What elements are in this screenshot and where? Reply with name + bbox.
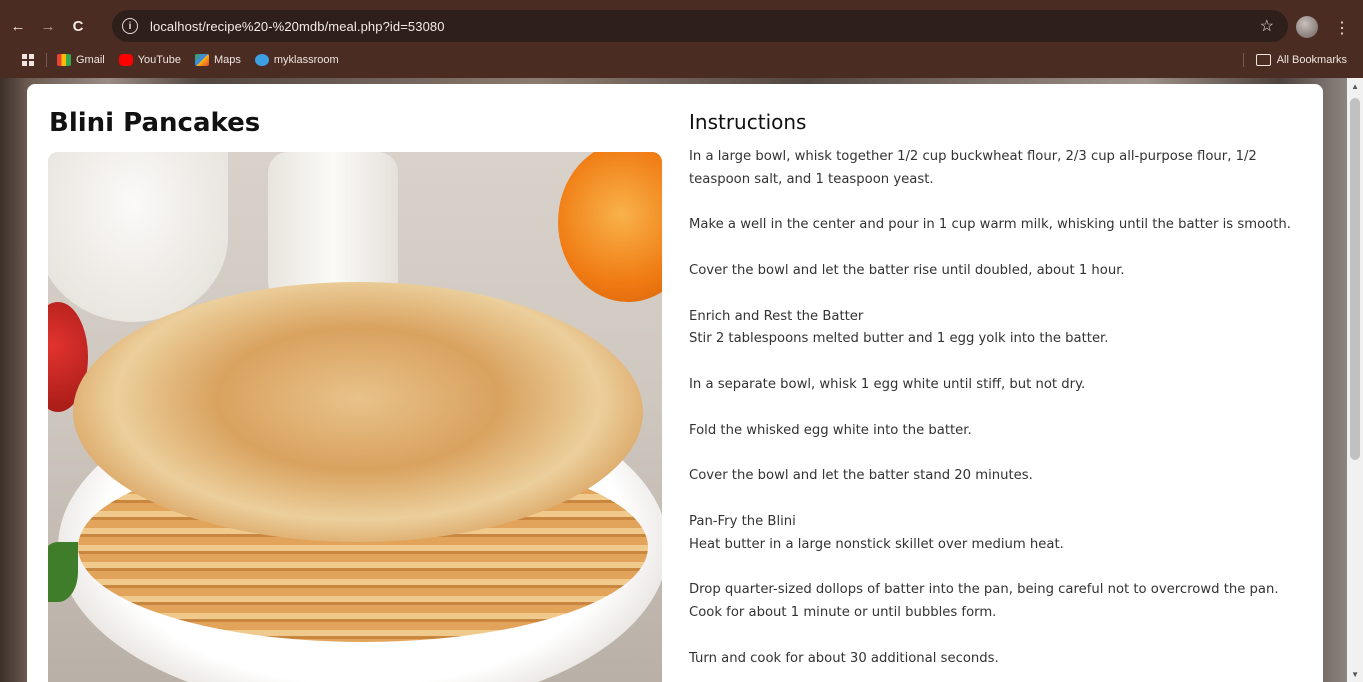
- site-info-icon[interactable]: i: [122, 18, 138, 34]
- recipe-photo: [48, 152, 662, 682]
- reload-button[interactable]: C: [66, 14, 90, 38]
- browser-menu-icon[interactable]: ⋮: [1334, 18, 1350, 38]
- flour-bowl: [48, 152, 228, 322]
- instructions-list: In a large bowl, whisk together 1/2 cup …: [689, 146, 1299, 682]
- url-text[interactable]: localhost/recipe%20-%20mdb/meal.php?id=5…: [150, 19, 445, 34]
- instruction-step: Cover the bowl and let the batter stand …: [689, 468, 1033, 484]
- bookmark-gmail[interactable]: Gmail: [57, 54, 105, 66]
- instruction-step: Fold the whisked egg white into the batt…: [689, 422, 972, 438]
- all-bookmarks-button[interactable]: All Bookmarks: [1242, 53, 1347, 67]
- milk-jar: [268, 152, 398, 302]
- bookmark-myklassroom[interactable]: myklassroom: [254, 54, 339, 66]
- maps-icon: [194, 54, 209, 66]
- bookmark-label: Maps: [213, 54, 241, 66]
- recipe-title: Blini Pancakes: [49, 108, 261, 138]
- instruction-step: Make a well in the center and pour in 1 …: [689, 217, 1291, 233]
- scrollbar-thumb[interactable]: [1350, 98, 1360, 460]
- instructions-heading: Instructions: [689, 110, 807, 134]
- instruction-step: Drop quarter-sized dollops of batter int…: [689, 582, 1279, 620]
- youtube-icon: [118, 54, 133, 66]
- scroll-down-arrow-icon[interactable]: ▼: [1351, 670, 1359, 679]
- top-pancake: [73, 282, 643, 542]
- instruction-step: Pan-Fry the Blini Heat butter in a large…: [689, 513, 1064, 552]
- bookmark-label: myklassroom: [273, 54, 339, 66]
- bookmark-maps[interactable]: Maps: [194, 54, 241, 66]
- bookmark-label: Gmail: [76, 54, 105, 66]
- bookmark-label: YouTube: [137, 54, 181, 66]
- bookmarks-divider: [46, 53, 47, 67]
- instruction-step: Cover the bowl and let the batter rise u…: [689, 262, 1125, 278]
- myklassroom-icon: [254, 54, 269, 66]
- folder-icon: [1255, 54, 1271, 66]
- browser-chrome: ← → C i localhost/recipe%20-%20mdb/meal.…: [0, 0, 1363, 78]
- gmail-icon: [57, 54, 71, 66]
- recipe-card: Blini Pancakes Instructions In a large b…: [27, 84, 1323, 682]
- instruction-step: In a separate bowl, whisk 1 egg white un…: [689, 376, 1086, 392]
- back-button[interactable]: ←: [6, 14, 30, 38]
- bookmark-star-icon[interactable]: ☆: [1260, 16, 1274, 36]
- profile-avatar[interactable]: [1296, 16, 1318, 38]
- address-bar[interactable]: i localhost/recipe%20-%20mdb/meal.php?id…: [112, 10, 1288, 42]
- all-bookmarks-label: All Bookmarks: [1276, 54, 1347, 66]
- forward-button[interactable]: →: [36, 14, 60, 38]
- bookmarks-divider: [1242, 53, 1244, 67]
- instruction-step: Turn and cook for about 30 additional se…: [689, 650, 999, 666]
- instruction-step: Enrich and Rest the Batter Stir 2 tables…: [689, 308, 1109, 347]
- orange-half: [558, 152, 662, 302]
- apps-grid-icon[interactable]: [22, 54, 34, 66]
- browser-toolbar: ← → C i localhost/recipe%20-%20mdb/meal.…: [0, 8, 1363, 44]
- instruction-step: In a large bowl, whisk together 1/2 cup …: [689, 149, 1257, 187]
- bookmark-youtube[interactable]: YouTube: [118, 54, 181, 66]
- scroll-up-arrow-icon[interactable]: ▲: [1351, 82, 1359, 91]
- bookmarks-bar: Gmail YouTube Maps myklassroom All Bookm…: [0, 48, 1363, 72]
